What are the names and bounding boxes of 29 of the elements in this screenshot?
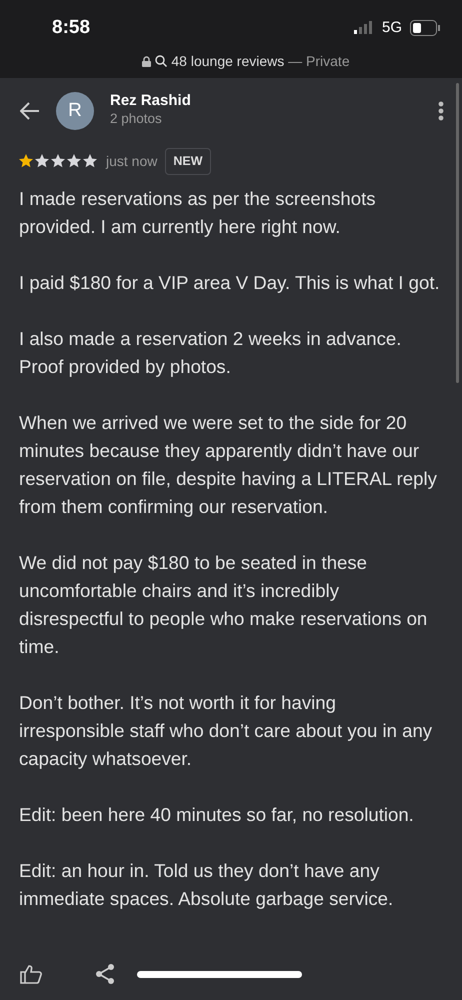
- thumbs-up-icon[interactable]: [20, 964, 42, 984]
- review-paragraph: We did not pay $180 to be seated in these uncomfortable chairs and it’s incredibly disrespectful to people who make reservations on time.: [19, 550, 428, 659]
- clock-time: 8:58: [52, 16, 90, 40]
- search-icon: [155, 55, 168, 67]
- battery-icon: [410, 20, 440, 36]
- reviewer-name[interactable]: Rez Rashid: [110, 92, 438, 110]
- review-paragraph: Don’t bother. It’s not worth it for having irresponsible staff who don’t care about you in any capacity whatsoever.: [19, 690, 434, 771]
- back-arrow-icon[interactable]: [20, 102, 40, 120]
- photo-count: 2 photos: [110, 110, 163, 128]
- review-paragraph: I also made a reservation 2 weeks in advance. Proof provided by photos.: [19, 326, 402, 379]
- star-icon: [34, 153, 50, 170]
- review-time: just now: [106, 152, 158, 171]
- review-paragraph: I made reservations as per the screenshots provided. I am currently here right now.: [19, 186, 377, 239]
- review-paragraph: Edit: an hour in. Told us they don’t have any immediate spaces. Absolute garbage service.: [19, 858, 394, 911]
- share-icon[interactable]: [95, 963, 115, 985]
- review-paragraph: Edit: been here 40 minutes so far, no resolution.: [19, 802, 415, 827]
- lock-icon: [142, 56, 152, 66]
- address-title[interactable]: 48 lounge reviews — Private: [171, 50, 350, 72]
- more-options-icon[interactable]: [438, 101, 444, 121]
- review-paragraph: I paid $180 for a VIP area V Day. This is what I got.: [19, 270, 440, 295]
- signal-icon: [354, 21, 374, 36]
- star-icon: [50, 153, 66, 170]
- star-icon: [82, 153, 98, 170]
- star-icon: [18, 153, 34, 170]
- network-type: 5G: [382, 18, 402, 38]
- avatar: R: [56, 92, 94, 130]
- new-badge: NEW: [165, 148, 211, 175]
- review-paragraph: When we arrived we were set to the side for 20 minutes because they apparently didn’t have our reservation on file, despite having a LITERAL reply from them confirming our reservation.: [19, 410, 438, 519]
- star-icon: [66, 153, 82, 170]
